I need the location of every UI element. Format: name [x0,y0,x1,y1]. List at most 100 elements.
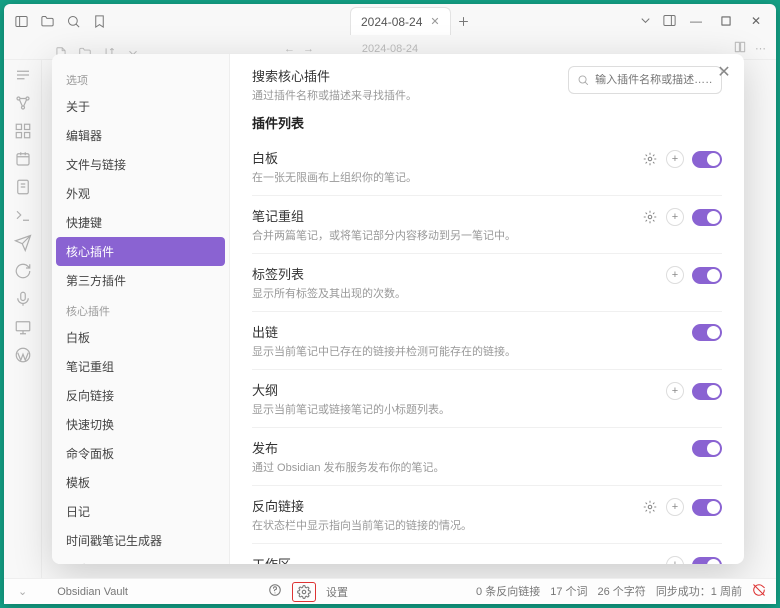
tab-list-icon[interactable] [634,9,656,31]
sidebar-item[interactable]: 模板 [52,468,229,497]
status-sync[interactable]: 同步成功：1 周前 [656,583,742,600]
tab-label: 2024-08-24 [361,15,422,29]
plugin-row: 标签列表显示所有标签及其出现的次数。+ [252,253,722,311]
quick-switch-icon[interactable] [14,66,32,84]
plus-icon[interactable]: + [666,150,684,168]
command-icon[interactable] [14,206,32,224]
search-icon [577,73,589,87]
sync-error-icon[interactable] [752,583,766,600]
plugin-desc: 显示当前笔记或链接笔记的小标题列表。 [252,401,658,417]
nav-forward-icon[interactable]: → [303,43,314,55]
sidebar-toggle-right-icon[interactable] [658,9,680,31]
plugin-desc: 通过 Obsidian 发布服务发布你的笔记。 [252,459,684,475]
settings-dialog: ✕ 选项关于编辑器文件与链接外观快捷键核心插件第三方插件核心插件白板笔记重组反向… [52,54,744,564]
settings-button[interactable] [292,582,316,602]
help-icon[interactable] [268,583,282,600]
plugin-row: 笔记重组合并两篇笔记，或将笔记部分内容移动到另一笔记中。+ [252,195,722,253]
sidebar-item[interactable]: 笔记重组 [52,352,229,381]
window-maximize[interactable] [712,9,740,33]
search-box[interactable] [568,66,722,94]
plugin-row: 反向链接在状态栏中显示指向当前笔记的链接的情况。+ [252,485,722,543]
plugin-row: 大纲显示当前笔记或链接笔记的小标题列表。+ [252,369,722,427]
plugin-name: 发布 [252,438,684,457]
toggle-switch[interactable] [692,499,722,516]
search-input[interactable] [595,74,713,86]
sidebar-item[interactable]: 快捷键 [52,208,229,237]
toggle-switch[interactable] [692,267,722,284]
window-minimize[interactable]: — [682,9,710,33]
toggle-switch[interactable] [692,557,722,565]
sidebar-item[interactable]: 同步 [52,555,229,564]
publish-icon[interactable] [14,234,32,252]
toggle-switch[interactable] [692,151,722,168]
vault-chevron-icon[interactable]: ⌄ [18,585,27,598]
status-bar: ⌄ Obsidian Vault 设置 0 条反向链接 17 个词 26 个字符… [4,578,776,604]
plus-icon[interactable]: + [666,556,684,564]
folder-icon[interactable] [36,10,58,32]
sync-icon[interactable] [14,262,32,280]
daily-note-icon[interactable] [14,150,32,168]
sidebar-item[interactable]: 时间戳笔记生成器 [52,526,229,555]
nav-back-icon[interactable]: ← [284,43,295,55]
gear-icon[interactable] [642,209,658,225]
toggle-switch[interactable] [692,383,722,400]
plugin-list-title: 插件列表 [252,113,722,132]
sidebar-item[interactable]: 文件与链接 [52,150,229,179]
wordpress-icon[interactable] [14,346,32,364]
status-words[interactable]: 17 个词 [550,583,587,600]
bookmark-icon[interactable] [88,10,110,32]
graph-icon[interactable] [14,94,32,112]
toggle-switch[interactable] [692,440,722,457]
plus-icon[interactable]: + [666,498,684,516]
window-close[interactable]: ✕ [742,9,770,33]
sidebar-item[interactable]: 编辑器 [52,121,229,150]
sidebar-section-header: 选项 [52,64,229,92]
sidebar-item[interactable]: 核心插件 [56,237,225,266]
gear-icon[interactable] [642,499,658,515]
settings-sidebar: 选项关于编辑器文件与链接外观快捷键核心插件第三方插件核心插件白板笔记重组反向链接… [52,54,230,564]
search-icon[interactable] [62,10,84,32]
template-icon[interactable] [14,178,32,196]
settings-body: 搜索核心插件 通过插件名称或描述来寻找插件。 插件列表 白板在一张无限画布上组织… [230,54,744,564]
slides-icon[interactable] [14,318,32,336]
titlebar: 2024-08-24 ✕ — ✕ [4,4,776,38]
sidebar-item[interactable]: 日记 [52,497,229,526]
mic-icon[interactable] [14,290,32,308]
new-tab-button[interactable] [453,10,475,32]
sidebar-item[interactable]: 反向链接 [52,381,229,410]
left-ribbon [4,60,42,604]
sidebar-item[interactable]: 快速切换 [52,410,229,439]
sidebar-toggle-left-icon[interactable] [10,10,32,32]
plugin-name: 笔记重组 [252,206,634,225]
toggle-switch[interactable] [692,209,722,226]
close-icon[interactable]: ✕ [714,62,734,82]
plugin-row: 出链显示当前笔记中已存在的链接并检测可能存在的链接。 [252,311,722,369]
sidebar-item[interactable]: 外观 [52,179,229,208]
sidebar-item[interactable]: 关于 [52,92,229,121]
status-backlinks[interactable]: 0 条反向链接 [476,583,540,600]
status-chars[interactable]: 26 个字符 [598,583,646,600]
tab-active[interactable]: 2024-08-24 ✕ [350,7,451,35]
plus-icon[interactable]: + [666,208,684,226]
plugin-desc: 在一张无限画布上组织你的笔记。 [252,169,634,185]
plugin-name: 反向链接 [252,496,634,515]
more-icon[interactable]: ⋯ [755,42,766,55]
sidebar-item[interactable]: 命令面板 [52,439,229,468]
plugin-row: 白板在一张无限画布上组织你的笔记。+ [252,138,722,195]
plugin-name: 出链 [252,322,684,341]
plugin-desc: 显示所有标签及其出现的次数。 [252,285,658,301]
search-title: 搜索核心插件 [252,66,554,85]
plugin-row: 发布通过 Obsidian 发布服务发布你的笔记。 [252,427,722,485]
sidebar-item[interactable]: 第三方插件 [52,266,229,295]
plus-icon[interactable]: + [666,266,684,284]
vault-name[interactable]: Obsidian Vault [57,586,128,598]
toggle-switch[interactable] [692,324,722,341]
canvas-icon[interactable] [14,122,32,140]
plus-icon[interactable]: + [666,382,684,400]
plugin-name: 工作区 [252,554,658,564]
gear-icon[interactable] [642,151,658,167]
close-icon[interactable]: ✕ [430,15,439,28]
sidebar-item[interactable]: 白板 [52,323,229,352]
settings-label: 设置 [326,584,348,600]
plugin-row: 工作区保存和加载工作区布局。+ [252,543,722,564]
